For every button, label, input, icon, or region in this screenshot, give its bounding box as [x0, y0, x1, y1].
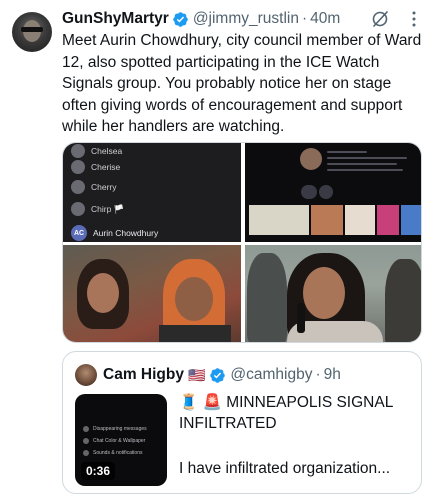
avatar-glasses: [21, 27, 43, 32]
chat-avatar: [71, 160, 85, 174]
media-image-chat-list[interactable]: Chelsea Cherise Cherry Chirp 🏳️ AC Aurin…: [63, 143, 241, 242]
article-thumbnail: [311, 205, 343, 235]
us-flag-icon: 🇺🇸: [187, 366, 206, 383]
quoted-author-name[interactable]: Cam Higby: [103, 366, 184, 384]
video-duration: 0:36: [81, 462, 116, 480]
text-line: [327, 151, 367, 153]
chat-name: Chelsea: [91, 146, 123, 156]
chat-name: Cherry: [91, 182, 117, 192]
quoted-tweet-time[interactable]: 9h: [324, 366, 341, 384]
chat-list-item: Cherise: [71, 159, 120, 175]
separator-dot: ·: [301, 10, 308, 27]
quoted-author-handle[interactable]: @camhigby: [230, 366, 312, 384]
chat-avatar: [71, 202, 85, 216]
settings-row-label: Disappearing messages: [93, 425, 147, 432]
separator-dot: ·: [315, 366, 321, 383]
quoted-tweet-header: Cam Higby 🇺🇸 @camhigby · 9h: [103, 364, 341, 386]
grok-icon[interactable]: [370, 9, 390, 29]
media-image-profile-screenshot[interactable]: [245, 143, 421, 242]
quoted-video-thumbnail[interactable]: Disappearing messages Chat Color & Wallp…: [75, 394, 167, 486]
author-name[interactable]: GunShyMartyr: [62, 10, 169, 28]
text-line: [327, 163, 397, 165]
verified-badge-icon: [173, 11, 188, 27]
tweet[interactable]: GunShyMartyr @jimmy_rustlin · 40m Meet A…: [0, 0, 434, 500]
settings-row-label: Chat Color & Wallpaper: [93, 437, 146, 444]
chat-list-item: Chirp 🏳️: [71, 201, 124, 217]
text-line: [327, 169, 403, 171]
chat-avatar: [71, 180, 85, 194]
profile-mini-avatar: [301, 185, 317, 199]
quoted-tweet-title: 🧵 🚨 MINNEAPOLIS SIGNAL INFILTRATED: [179, 394, 393, 432]
person-face: [175, 277, 213, 321]
chat-avatar: [71, 144, 85, 158]
chat-selected-name: Aurin Chowdhury: [93, 228, 159, 238]
background-person: [247, 253, 287, 342]
author-avatar[interactable]: [12, 12, 52, 52]
chat-list-item: Chelsea: [71, 143, 122, 159]
verified-badge-icon: [210, 367, 226, 383]
settings-row: Disappearing messages: [83, 424, 147, 433]
row-icon: [83, 425, 89, 432]
chat-name: Cherise: [91, 162, 121, 172]
quoted-tweet-body: I have infiltrated organization...: [179, 460, 391, 477]
quoted-tweet[interactable]: Cam Higby 🇺🇸 @camhigby · 9h Disappearing…: [62, 351, 422, 494]
quoted-author-avatar[interactable]: [75, 364, 97, 386]
speaker-face: [303, 267, 345, 319]
tweet-header: GunShyMartyr @jimmy_rustlin · 40m: [62, 9, 340, 29]
media-grid: Chelsea Cherise Cherry Chirp 🏳️ AC Aurin…: [62, 142, 422, 343]
chat-list-item: Cherry: [71, 179, 117, 195]
row-icon: [83, 437, 89, 444]
profile-mini-avatar: [319, 185, 333, 199]
background-person: [385, 259, 421, 342]
microphone: [297, 303, 305, 333]
article-thumbnail: [377, 205, 399, 235]
settings-row: Chat Color & Wallpaper: [83, 436, 145, 445]
article-thumbnail: [249, 205, 309, 235]
tweet-time[interactable]: 40m: [310, 10, 340, 28]
person-face: [87, 273, 119, 313]
chat-initials-badge: AC: [71, 225, 87, 241]
settings-row-label: Sounds & notifications: [93, 449, 143, 456]
profile-photo: [300, 148, 322, 170]
settings-row: Sounds & notifications: [83, 448, 142, 457]
chat-name: Chirp 🏳️: [91, 203, 125, 214]
tweet-text: Meet Aurin Chowdhury, city council membe…: [62, 32, 422, 135]
author-handle[interactable]: @jimmy_rustlin: [193, 10, 299, 28]
text-line: [327, 157, 407, 159]
media-image-photo-speaker[interactable]: [245, 245, 421, 342]
article-thumbnail: [345, 205, 375, 235]
person-shirt: [159, 325, 231, 342]
more-options-icon[interactable]: [405, 10, 423, 28]
article-thumbnail: [401, 205, 421, 235]
media-image-photo-two-women[interactable]: [63, 245, 241, 342]
row-icon: [83, 449, 89, 456]
